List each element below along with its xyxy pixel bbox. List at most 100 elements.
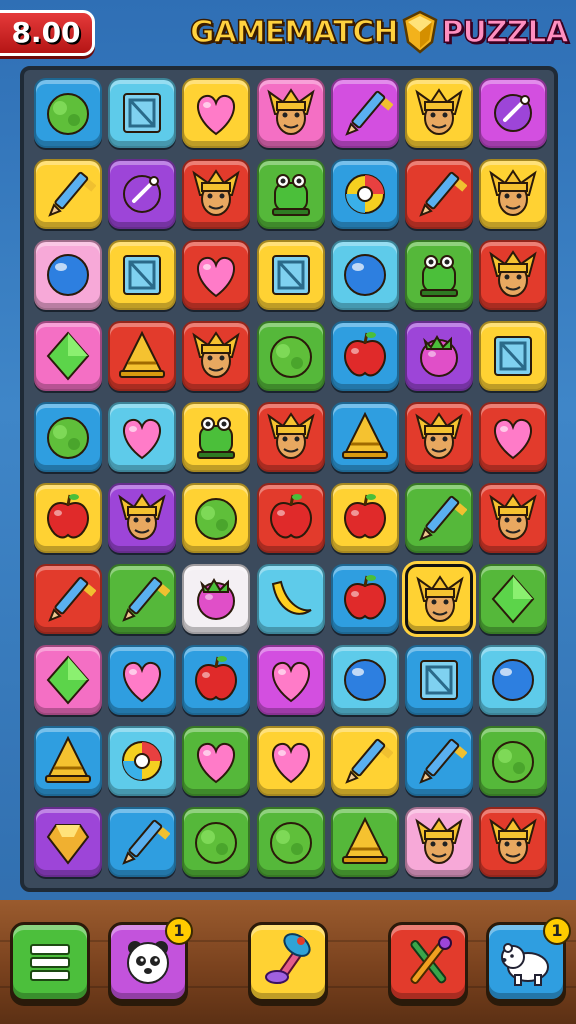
mask-icon	[489, 817, 537, 864]
board-tile[interactable]	[34, 78, 102, 148]
board-tile[interactable]	[330, 240, 399, 310]
board-tile[interactable]	[182, 159, 251, 229]
board-tile[interactable]	[330, 321, 399, 391]
board-tile[interactable]	[330, 807, 399, 877]
hammer-booster-button[interactable]	[248, 922, 328, 1002]
title-part-2: PUZZLA	[441, 14, 570, 51]
crossed-tools-icon	[410, 936, 452, 984]
board-tile[interactable]	[34, 159, 102, 229]
board-tile[interactable]	[330, 483, 399, 553]
orb-icon	[492, 659, 535, 701]
board-tile[interactable]	[256, 483, 325, 553]
gem-shield-icon	[402, 10, 437, 54]
board-tile[interactable]	[108, 564, 177, 634]
frog-icon	[420, 255, 458, 297]
board-tile[interactable]	[256, 78, 325, 148]
board-tile[interactable]	[182, 645, 251, 715]
heart-icon	[494, 418, 533, 460]
diamond-icon	[491, 574, 535, 624]
board-tile[interactable]	[108, 645, 177, 715]
apple-icon	[343, 494, 386, 539]
board-tile[interactable]	[479, 645, 548, 715]
board-tile[interactable]	[34, 726, 102, 796]
board-tile[interactable]	[182, 726, 251, 796]
board-tile[interactable]	[330, 564, 399, 634]
diamond-icon	[46, 331, 90, 381]
board-tile[interactable]	[256, 564, 325, 634]
board-tile[interactable]	[256, 726, 325, 796]
heart-icon	[197, 256, 236, 298]
board-tile[interactable]	[108, 402, 177, 472]
board-tile[interactable]	[108, 159, 177, 229]
board-tile[interactable]	[108, 807, 177, 877]
board-tile[interactable]	[405, 159, 473, 229]
swirl-icon	[494, 94, 533, 132]
mask-icon	[415, 817, 463, 864]
board-tile[interactable]	[256, 159, 325, 229]
board-tile[interactable]	[256, 645, 325, 715]
board-tile[interactable]	[34, 645, 102, 715]
heart-icon	[123, 661, 162, 703]
bear-booster-button[interactable]: 1	[486, 917, 571, 1002]
shuffle-booster-button[interactable]	[388, 922, 468, 1002]
board-tile[interactable]	[108, 240, 177, 310]
board-tile[interactable]	[479, 402, 548, 472]
board-tile[interactable]	[479, 240, 548, 310]
board-tile[interactable]	[405, 240, 473, 310]
heart-icon	[123, 418, 162, 460]
board-tile[interactable]	[182, 483, 251, 553]
pencil-icon	[345, 90, 393, 136]
board-tile[interactable]	[108, 321, 177, 391]
board-tile[interactable]	[34, 564, 102, 634]
board-tile[interactable]	[330, 726, 399, 796]
board-tile[interactable]	[256, 402, 325, 472]
apple-icon	[269, 494, 312, 539]
board-tile[interactable]	[108, 726, 177, 796]
board-tile[interactable]	[182, 564, 251, 634]
board-tile[interactable]	[34, 483, 102, 553]
board-tile[interactable]	[34, 321, 102, 391]
board-tile[interactable]	[405, 807, 473, 877]
board-tile[interactable]	[405, 321, 473, 391]
board-tile[interactable]	[256, 321, 325, 391]
board-tile[interactable]	[182, 807, 251, 877]
board-tile[interactable]	[479, 78, 548, 148]
board-tile[interactable]	[182, 321, 251, 391]
board-tile[interactable]	[330, 402, 399, 472]
board-tile[interactable]	[479, 564, 548, 634]
board-tile[interactable]	[405, 402, 473, 472]
board-tile[interactable]	[405, 726, 473, 796]
board-tile[interactable]	[479, 726, 548, 796]
candy-icon	[344, 174, 385, 214]
crate-icon	[271, 255, 310, 295]
panda-booster-button[interactable]: 1	[108, 917, 193, 1002]
board-tile[interactable]	[405, 483, 473, 553]
board-tile[interactable]	[330, 645, 399, 715]
board-tile[interactable]	[34, 240, 102, 310]
board-tile[interactable]	[330, 78, 399, 148]
board-tile[interactable]	[405, 645, 473, 715]
board-tile[interactable]	[34, 807, 102, 877]
board-tile[interactable]	[108, 78, 177, 148]
pencil-icon	[122, 819, 171, 865]
board-tile[interactable]	[479, 159, 548, 229]
board-tile[interactable]	[479, 807, 548, 877]
mask-icon	[118, 493, 166, 540]
hammer-icon	[265, 933, 311, 984]
orb-icon	[47, 254, 89, 296]
board-tile[interactable]	[330, 159, 399, 229]
crate-icon	[123, 93, 162, 133]
board-tile[interactable]	[108, 483, 177, 553]
board-tile[interactable]	[479, 321, 548, 391]
board-tile[interactable]	[182, 78, 251, 148]
board-tile[interactable]	[256, 807, 325, 877]
board-tile[interactable]	[182, 240, 251, 310]
heart-icon	[271, 742, 310, 784]
board-tile[interactable]	[405, 564, 473, 634]
board-tile[interactable]	[405, 78, 473, 148]
board-tile[interactable]	[34, 402, 102, 472]
board-tile[interactable]	[479, 483, 548, 553]
menu-button[interactable]	[10, 922, 90, 1002]
board-tile[interactable]	[182, 402, 251, 472]
board-tile[interactable]	[256, 240, 325, 310]
